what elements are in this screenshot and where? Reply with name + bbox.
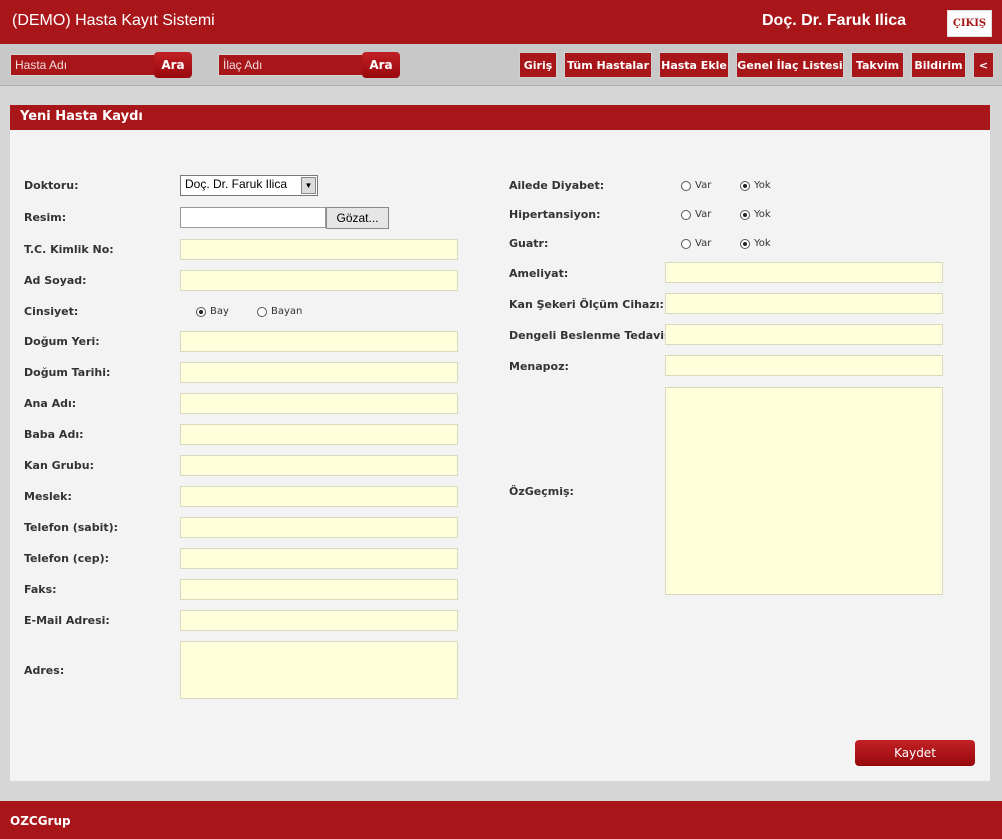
radio-icon (681, 180, 691, 191)
radio-icon (681, 238, 691, 249)
birthplace-field[interactable] (180, 331, 458, 352)
mobile-field[interactable] (180, 548, 458, 569)
chevron-down-icon: ▼ (301, 177, 316, 194)
nav-notifications[interactable]: Bildirim (911, 52, 966, 78)
hypertension-yes-label: Var (695, 209, 712, 220)
patient-search-button[interactable]: Ara (154, 52, 192, 78)
glucometer-field[interactable] (665, 293, 943, 314)
radio-icon (681, 209, 691, 220)
goiter-label: Guatr: (509, 237, 549, 250)
photo-label: Resim: (24, 211, 67, 224)
glucometer-label: Kan Şekeri Ölçüm Cihazı: (509, 298, 664, 311)
nav-calendar[interactable]: Takvim (851, 52, 904, 78)
nav-all-patients[interactable]: Tüm Hastalar (564, 52, 652, 78)
mother-field[interactable] (180, 393, 458, 414)
section-title: Yeni Hasta Kaydı (20, 109, 143, 124)
doctor-label: Doktoru: (24, 179, 79, 192)
doctor-select-value: Doç. Dr. Faruk Ilica (185, 177, 288, 191)
surgery-label: Ameliyat: (509, 267, 569, 280)
doctor-select[interactable]: Doç. Dr. Faruk Ilica ▼ (180, 175, 318, 196)
father-field[interactable] (180, 424, 458, 445)
hypertension-no-label: Yok (754, 209, 771, 220)
hypertension-yes-option[interactable]: Var (681, 209, 711, 220)
address-textarea[interactable] (180, 641, 458, 699)
fax-label: Faks: (24, 583, 57, 596)
patient-search-input[interactable] (10, 54, 155, 76)
logout-button[interactable]: ÇIKIŞ (947, 10, 992, 37)
birthdate-field[interactable] (180, 362, 458, 383)
radio-icon (257, 306, 267, 317)
drug-search-button[interactable]: Ara (362, 52, 400, 78)
hypertension-label: Hipertansiyon: (509, 208, 601, 221)
nav-collapse[interactable]: < (973, 52, 994, 78)
fax-field[interactable] (180, 579, 458, 600)
diet-field[interactable] (665, 324, 943, 345)
bio-textarea[interactable] (665, 387, 943, 595)
diabetes-no-label: Yok (754, 180, 771, 191)
email-label: E-Mail Adresi: (24, 614, 110, 627)
diabetes-yes-label: Var (695, 180, 712, 191)
job-field[interactable] (180, 486, 458, 507)
radio-checked-icon (196, 306, 206, 317)
nav-drug-list[interactable]: Genel İlaç Listesi (736, 52, 844, 78)
address-label: Adres: (24, 664, 65, 677)
radio-checked-icon (740, 238, 750, 249)
mobile-label: Telefon (cep): (24, 552, 110, 565)
goiter-no-option[interactable]: Yok (740, 238, 771, 249)
goiter-yes-label: Var (695, 238, 712, 249)
mother-label: Ana Adı: (24, 397, 77, 410)
drug-search-input[interactable] (218, 54, 363, 76)
phone-field[interactable] (180, 517, 458, 538)
nav-bar: Ara Ara Giriş Tüm Hastalar Hasta Ekle Ge… (0, 44, 1002, 86)
radio-checked-icon (740, 180, 750, 191)
blood-field[interactable] (180, 455, 458, 476)
app-root: (DEMO) Hasta Kayıt Sistemi Doç. Dr. Faru… (0, 0, 1002, 839)
photo-file-input[interactable] (180, 207, 326, 228)
app-title: (DEMO) Hasta Kayıt Sistemi (12, 12, 215, 29)
phone-label: Telefon (sabit): (24, 521, 119, 534)
menopause-field[interactable] (665, 355, 943, 376)
tc-field[interactable] (180, 239, 458, 260)
diabetes-yes-option[interactable]: Var (681, 180, 711, 191)
nav-add-patient[interactable]: Hasta Ekle (659, 52, 729, 78)
tc-label: T.C. Kimlik No: (24, 243, 114, 256)
birthplace-label: Doğum Yeri: (24, 335, 100, 348)
menopause-label: Menapoz: (509, 360, 569, 373)
job-label: Meslek: (24, 490, 72, 503)
blood-label: Kan Grubu: (24, 459, 94, 472)
gender-label: Cinsiyet: (24, 305, 79, 318)
gender-female-label: Bayan (271, 306, 303, 317)
save-button[interactable]: Kaydet (855, 740, 975, 766)
gender-male-label: Bay (210, 306, 229, 317)
surgery-field[interactable] (665, 262, 943, 283)
diet-label: Dengeli Beslenme Tedavisi: (509, 329, 679, 342)
form-panel: Yeni Hasta Kaydı Doktoru: Doç. Dr. Faruk… (10, 105, 990, 781)
footer: OZCGrup (0, 801, 1002, 839)
birthdate-label: Doğum Tarihi: (24, 366, 111, 379)
browse-button[interactable]: Gözat... (326, 207, 389, 229)
goiter-no-label: Yok (754, 238, 771, 249)
goiter-yes-option[interactable]: Var (681, 238, 711, 249)
section-header: Yeni Hasta Kaydı (10, 105, 990, 130)
hypertension-no-option[interactable]: Yok (740, 209, 771, 220)
user-name: Doç. Dr. Faruk Ilica (762, 12, 907, 29)
name-label: Ad Soyad: (24, 274, 87, 287)
email-field[interactable] (180, 610, 458, 631)
name-field[interactable] (180, 270, 458, 291)
radio-checked-icon (740, 209, 750, 220)
nav-home[interactable]: Giriş (519, 52, 557, 78)
gender-option-male[interactable]: Bay (196, 306, 229, 317)
gender-option-female[interactable]: Bayan (257, 306, 302, 317)
diabetes-label: Ailede Diyabet: (509, 179, 605, 192)
footer-text: OZCGrup (10, 814, 71, 828)
top-header: (DEMO) Hasta Kayıt Sistemi Doç. Dr. Faru… (0, 0, 1002, 44)
diabetes-no-option[interactable]: Yok (740, 180, 771, 191)
bio-label: ÖzGeçmiş: (509, 485, 574, 498)
father-label: Baba Adı: (24, 428, 84, 441)
